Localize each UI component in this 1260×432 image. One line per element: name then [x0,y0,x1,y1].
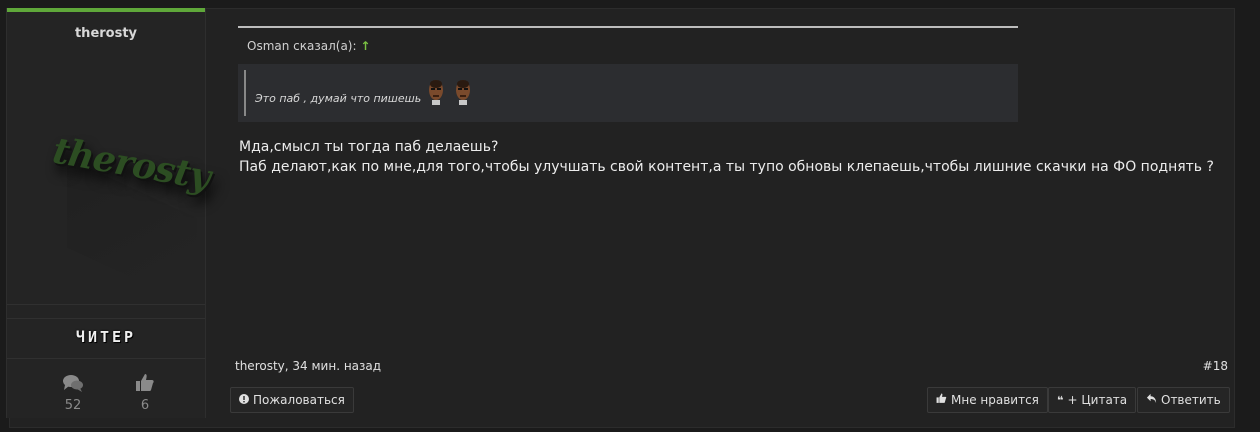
quote-button[interactable]: ❝ + Цитата [1048,387,1137,413]
likes-count: 6 [140,398,150,413]
quote-arrow-icon[interactable]: ↑ [360,39,370,53]
post-meta: therosty, 34 мин. назад [235,359,382,373]
post-number-link[interactable]: #18 [1203,359,1228,373]
comments-icon [43,373,103,393]
smiley-icon [456,80,470,105]
reply-label: Ответить [1161,393,1221,407]
user-accent-bar [7,8,205,12]
quote-author: Osman сказал(а): [247,39,357,53]
divider [7,358,205,359]
like-button[interactable]: Мне нравится [927,387,1048,413]
quote-label: + Цитата [1067,393,1128,407]
smiley-icon [429,80,443,105]
messages-count: 52 [64,398,82,413]
reply-icon [1146,389,1157,413]
reply-button[interactable]: Ответить [1137,387,1230,413]
quote-body: Это паб , думай что пишешь [238,64,1018,122]
report-label: Пожаловаться [253,393,345,407]
alert-icon [239,389,249,413]
message-body: Мда,смысл ты тогда паб делаешь? Паб дела… [239,137,1214,177]
user-sidebar: therosty therosty ЧИТЕР 52 6 [6,8,213,418]
thumbs-up-icon [115,373,175,393]
divider [7,318,205,319]
like-label: Мне нравится [951,393,1039,407]
thumbs-up-icon [936,389,947,413]
divider [7,304,205,305]
message-line: Паб делают,как по мне,для того,чтобы улу… [239,159,1214,175]
post-time-link[interactable]: 34 мин. назад [292,359,381,373]
messages-stat: 52 [43,373,103,413]
quote-marks-icon: ❝ [1057,394,1064,407]
quote-header[interactable]: Osman сказал(а): ↑ [247,39,370,53]
avatar[interactable]: therosty [42,130,213,309]
post-author-link[interactable]: therosty [235,359,285,373]
username[interactable]: therosty [7,26,205,41]
user-rank: ЧИТЕР [75,328,137,346]
message-line: Мда,смысл ты тогда паб делаешь? [239,139,499,155]
quote-text: Это паб , думай что пишешь [255,92,422,105]
likes-stat: 6 [115,373,175,413]
report-button[interactable]: Пожаловаться [230,387,354,413]
quote-block: Osman сказал(а): ↑ Это паб , думай что п… [238,26,1018,124]
quote-bar [244,70,246,116]
